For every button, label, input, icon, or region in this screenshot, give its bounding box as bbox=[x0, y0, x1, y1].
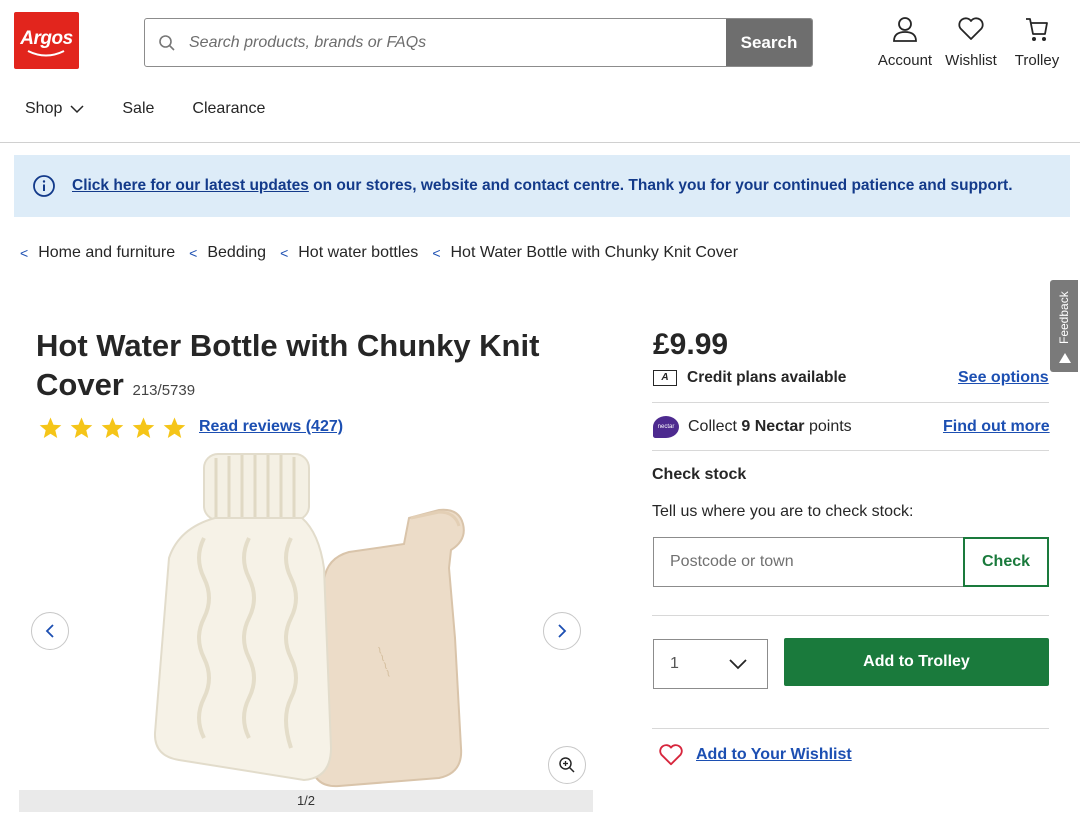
heart-icon bbox=[659, 744, 683, 766]
check-stock-button[interactable]: Check bbox=[963, 537, 1049, 587]
search-button[interactable]: Search bbox=[726, 19, 812, 66]
credit-text: Credit plans available bbox=[687, 369, 847, 386]
feedback-label: Feedback bbox=[1057, 291, 1071, 344]
product-title-text: Hot Water Bottle with Chunky Knit Cover bbox=[36, 328, 540, 402]
previous-image-button[interactable] bbox=[31, 612, 69, 650]
image-counter: 1/2 bbox=[19, 790, 593, 812]
banner-message: on our stores, website and contact centr… bbox=[308, 177, 1013, 194]
add-to-wishlist-label: Add to Your Wishlist bbox=[696, 746, 852, 763]
postcode-input[interactable] bbox=[653, 537, 965, 587]
nav-shop[interactable]: Shop bbox=[25, 100, 84, 118]
nectar-post: points bbox=[808, 418, 852, 435]
trolley-button[interactable]: Trolley bbox=[1008, 14, 1066, 69]
account-button[interactable]: Account bbox=[872, 14, 938, 69]
zoom-in-icon bbox=[559, 757, 575, 773]
breadcrumb-item[interactable]: < Home and furniture bbox=[20, 244, 175, 262]
quantity-select[interactable]: 1 bbox=[653, 639, 768, 689]
star-icon bbox=[163, 417, 186, 438]
divider bbox=[652, 450, 1049, 451]
heart-icon bbox=[940, 14, 1002, 44]
product-gallery: ~~~~ 1/2 bbox=[19, 448, 593, 812]
add-to-trolley-button[interactable]: Add to Trolley bbox=[784, 638, 1049, 686]
wishlist-button[interactable]: Wishlist bbox=[940, 14, 1002, 69]
star-rating bbox=[38, 416, 187, 440]
quantity-value: 1 bbox=[670, 655, 679, 672]
next-image-button[interactable] bbox=[543, 612, 581, 650]
check-stock-subtitle: Tell us where you are to check stock: bbox=[652, 503, 914, 520]
nectar-logo: nectar bbox=[653, 416, 679, 438]
wishlist-label: Wishlist bbox=[945, 52, 997, 69]
nectar-points: nectar Collect 9 Nectar points bbox=[653, 416, 852, 438]
nav-shop-label: Shop bbox=[25, 100, 63, 117]
nectar-points-value: 9 Nectar bbox=[741, 418, 805, 435]
chevron-right-icon bbox=[558, 624, 567, 638]
info-banner: Click here for our latest updates on our… bbox=[14, 155, 1070, 217]
product-image: ~~~~ bbox=[153, 453, 465, 788]
trolley-label: Trolley bbox=[1014, 52, 1060, 69]
logo-text: Argos bbox=[20, 28, 73, 49]
divider bbox=[652, 402, 1049, 403]
argos-logo[interactable]: Argos bbox=[14, 12, 79, 69]
account-label: Account bbox=[877, 52, 933, 69]
breadcrumb-item[interactable]: < Bedding bbox=[189, 244, 266, 262]
credit-plans: A Credit plans available bbox=[653, 369, 846, 387]
credit-icon: A bbox=[653, 370, 677, 386]
see-options-link[interactable]: See options bbox=[958, 369, 1049, 387]
search-input[interactable] bbox=[189, 19, 726, 66]
product-code: 213/5739 bbox=[132, 382, 196, 399]
chevron-left-icon: < bbox=[280, 245, 289, 261]
nectar-pre: Collect bbox=[688, 418, 737, 435]
main-nav: Shop Sale Clearance bbox=[25, 100, 265, 118]
chevron-down-icon bbox=[70, 104, 84, 113]
breadcrumb: < Home and furniture < Bedding < Hot water … bbox=[20, 244, 752, 262]
account-icon bbox=[872, 14, 938, 44]
star-icon bbox=[101, 417, 124, 438]
logo-swoosh-icon bbox=[27, 50, 65, 57]
divider bbox=[652, 615, 1049, 616]
header-divider bbox=[0, 142, 1080, 143]
star-icon bbox=[132, 417, 155, 438]
chevron-down-icon bbox=[729, 658, 747, 669]
arrow-up-icon bbox=[1059, 353, 1071, 363]
nav-sale[interactable]: Sale bbox=[122, 100, 154, 118]
check-stock-heading: Check stock bbox=[652, 466, 747, 483]
nav-clearance[interactable]: Clearance bbox=[192, 100, 265, 118]
divider bbox=[652, 728, 1049, 729]
banner-text: Click here for our latest updates on our… bbox=[72, 177, 1013, 195]
zoom-button[interactable] bbox=[548, 746, 586, 784]
product-title: Hot Water Bottle with Chunky Knit Cover … bbox=[36, 326, 596, 410]
chevron-left-icon: < bbox=[432, 245, 441, 261]
read-reviews-link[interactable]: Read reviews (427) bbox=[199, 418, 343, 436]
star-icon bbox=[70, 417, 93, 438]
search-icon bbox=[145, 19, 189, 66]
breadcrumb-item[interactable]: < Hot water bottles bbox=[280, 244, 418, 262]
info-icon bbox=[33, 175, 55, 197]
chevron-left-icon: < bbox=[20, 245, 29, 261]
chevron-left-icon: < bbox=[189, 245, 198, 261]
feedback-tab[interactable]: Feedback bbox=[1050, 280, 1078, 372]
product-price: £9.99 bbox=[653, 328, 729, 361]
star-icon bbox=[39, 417, 62, 438]
trolley-icon bbox=[1008, 14, 1066, 44]
add-to-wishlist-link[interactable]: Add to Your Wishlist bbox=[658, 743, 852, 767]
banner-updates-link[interactable]: Click here for our latest updates bbox=[72, 177, 309, 194]
search-bar: Search bbox=[144, 18, 813, 67]
find-out-more-link[interactable]: Find out more bbox=[943, 418, 1050, 436]
breadcrumb-current: < Hot Water Bottle with Chunky Knit Cover bbox=[432, 244, 739, 261]
chevron-left-icon bbox=[45, 624, 54, 638]
